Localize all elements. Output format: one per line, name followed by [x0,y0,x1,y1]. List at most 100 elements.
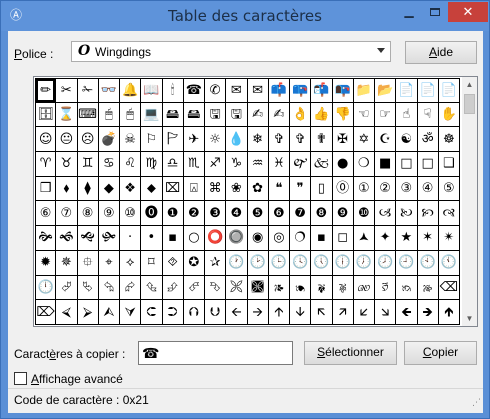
character-cell[interactable]: ✍ [247,102,269,128]
character-cell[interactable]: ♋ [98,152,120,177]
character-cell[interactable]: ♏ [183,152,205,177]
character-cell[interactable]: 📬 [311,78,333,103]
character-cell[interactable]: 📫 [268,78,290,103]
character-cell[interactable]: 🕛 [35,275,57,301]
character-cell[interactable]: 🡩 [268,300,290,325]
character-cell[interactable]: ❑ [438,152,460,177]
character-cell[interactable]: 🙖 [332,275,354,301]
character-cell[interactable]: ☞ [375,102,397,128]
character-cell[interactable]: ❖ [120,176,142,202]
character-cell[interactable]: ◎ [268,226,290,251]
character-cell[interactable]: ▪ [162,226,184,251]
character-cell[interactable]: 👍 [311,102,333,128]
character-cell[interactable]: ⓪ [332,176,354,202]
character-cell[interactable]: 👌 [290,102,312,128]
character-cell[interactable]: ⌖ [98,250,120,276]
character-cell[interactable]: ☠ [120,127,142,153]
character-cell[interactable]: 🙒 [396,275,418,301]
character-cell[interactable]: 🖱 [120,102,142,128]
character-cell[interactable]: 🙜 [56,226,78,251]
character-cell[interactable]: 📄 [438,78,460,103]
character-cell[interactable]: 🕚 [438,250,460,276]
character-cell[interactable]: 🙔 [290,275,312,301]
character-cell[interactable]: ⮷ [205,275,227,301]
character-cell[interactable]: • [141,226,163,251]
character-cell[interactable]: ♓ [268,152,290,177]
character-cell[interactable]: 🡮 [375,300,397,325]
character-cell[interactable]: 🙢 [375,201,397,227]
character-cell[interactable]: 🖫 [226,102,248,128]
character-cell[interactable]: ✴ [438,226,460,251]
character-cell[interactable]: 👓 [98,78,120,103]
character-cell[interactable]: ❶ [162,201,184,227]
character-cell[interactable]: ✪ [183,250,205,276]
character-cell[interactable]: 🔘 [226,226,248,251]
character-cell[interactable]: ⍓ [183,176,205,202]
character-cell[interactable]: 🡨 [226,300,248,325]
character-cell[interactable]: 🙐 [353,275,375,301]
character-cell[interactable]: ⌘ [205,176,227,202]
character-cell[interactable]: 🕑 [247,250,269,276]
character-cell[interactable]: ☟ [417,102,439,128]
character-cell[interactable]: 📪 [290,78,312,103]
character-cell[interactable]: ⮉ [183,300,205,325]
character-cell[interactable]: 🡪 [247,300,269,325]
character-cell[interactable]: 📖 [141,78,163,103]
character-cell[interactable]: ❸ [205,201,227,227]
character-cell[interactable]: ⮛ [120,300,142,325]
character-cell[interactable]: 📭 [332,78,354,103]
character-cell[interactable]: ⬧ [56,176,78,202]
character-cell[interactable]: 🙡 [417,201,439,227]
character-cell[interactable]: ⑦ [56,201,78,227]
character-cell[interactable]: 📂 [375,78,397,103]
character-cell[interactable]: 🕘 [396,250,418,276]
character-cell[interactable]: 👎 [332,102,354,128]
character-cell[interactable]: ⌑ [141,250,163,276]
character-cell[interactable]: ♒ [247,152,269,177]
character-cell[interactable]: ⮶ [183,275,205,301]
character-cell[interactable]: □ [396,152,418,177]
character-cell[interactable]: ⌨ [77,102,99,128]
font-dropdown[interactable]: O Wingdings [71,41,391,62]
character-cell[interactable]: ❺ [247,201,269,227]
character-cell[interactable]: ✆ [205,78,227,103]
character-cell[interactable]: ❞ [290,176,312,202]
character-cell[interactable]: ❾ [332,201,354,227]
character-cell[interactable]: 🙑 [375,275,397,301]
character-cell[interactable]: ♐ [205,152,227,177]
character-cell[interactable]: ⌧ [162,176,184,202]
character-cell[interactable]: 🡫 [290,300,312,325]
character-cell[interactable]: ⮱ [77,275,99,301]
character-cell[interactable]: ⑩ [120,201,142,227]
character-cell[interactable]: ☪ [375,127,397,153]
character-cell[interactable]: 🟂 [353,226,375,251]
character-cell[interactable]: ✶ [417,226,439,251]
character-cell[interactable]: ✞ [268,127,290,153]
character-cell[interactable]: 🙵 [311,152,333,177]
character-cell[interactable]: ⑥ [35,201,57,227]
character-cell[interactable]: ▯ [311,176,333,202]
character-cell[interactable]: 🖴 [162,102,184,128]
character-cell[interactable]: ✠ [332,127,354,153]
character-cell[interactable]: ☺ [35,127,57,153]
character-cell[interactable]: 💧 [226,127,248,153]
character-cell[interactable]: ⮈ [141,300,163,325]
character-cell[interactable]: ♈ [35,152,57,177]
character-cell[interactable]: ♌ [120,152,142,177]
character-cell[interactable]: ✡ [353,127,375,153]
character-cell[interactable]: ♎ [162,152,184,177]
character-cell[interactable]: 🕯 [162,78,184,103]
character-cell[interactable]: ❹ [226,201,248,227]
character-cell[interactable]: ⬥ [141,176,163,202]
character-cell[interactable]: ✏ [35,78,57,103]
character-cell[interactable]: ♊ [77,152,99,177]
character-cell[interactable]: ⮊ [162,300,184,325]
character-cell[interactable]: 🗄 [35,102,57,128]
character-cell[interactable]: ☯ [396,127,418,153]
character-cell[interactable]: ❻ [268,201,290,227]
character-cell[interactable]: ✁ [77,78,99,103]
character-cell[interactable]: ◻ [332,226,354,251]
character-cell[interactable]: 🙓 [417,275,439,301]
character-cell[interactable]: 🙰 [290,152,312,177]
character-cell[interactable]: ⮴ [141,275,163,301]
